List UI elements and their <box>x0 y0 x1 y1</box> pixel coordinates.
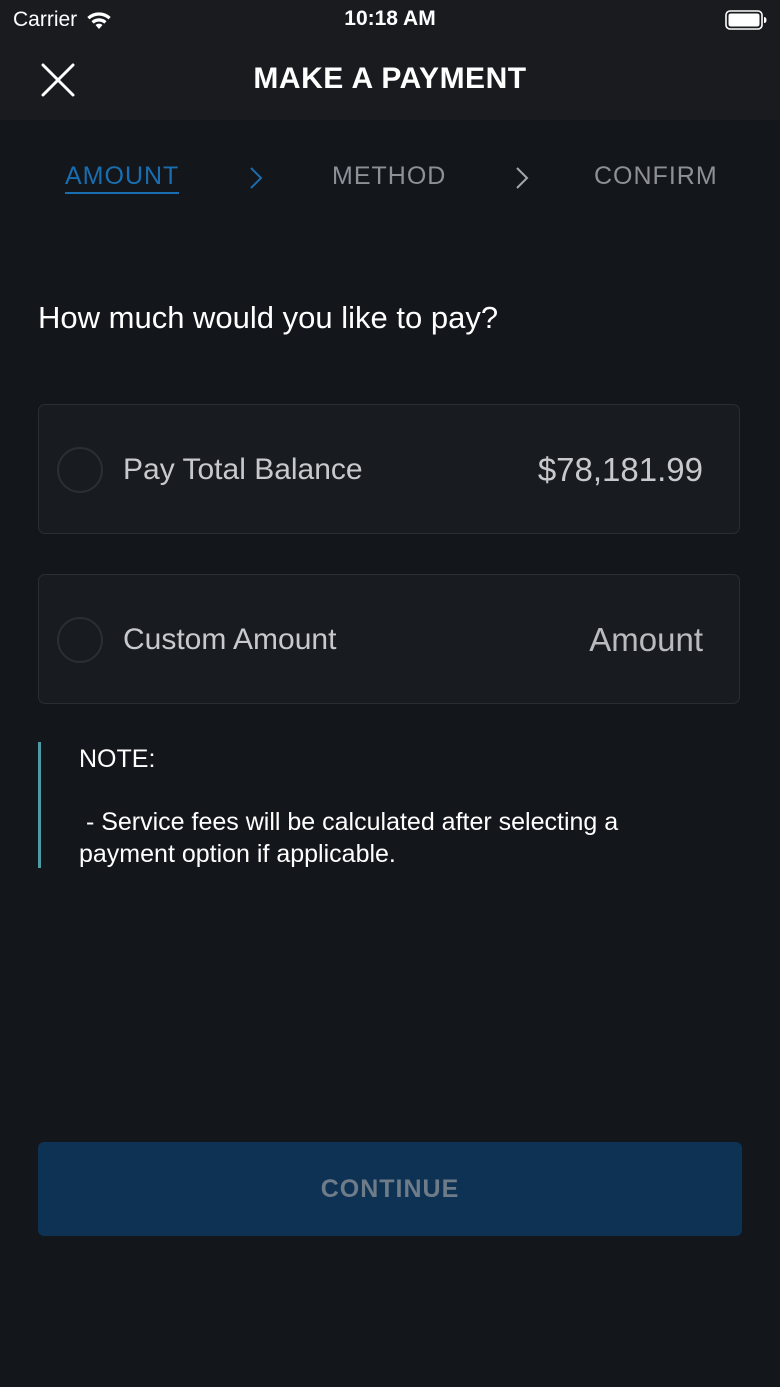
custom-amount-label: Custom Amount <box>123 623 337 656</box>
custom-amount-option[interactable]: Custom Amount <box>38 574 740 704</box>
note-body: - Service fees will be calculated after … <box>79 808 626 868</box>
pay-total-balance-option[interactable]: Pay Total Balance $78,181.99 <box>38 404 740 534</box>
status-bar: Carrier 10:18 AM <box>0 0 780 40</box>
battery-icon <box>725 10 767 30</box>
payment-question: How much would you like to pay? <box>38 300 499 335</box>
custom-amount-radio[interactable] <box>57 617 103 663</box>
page-title: MAKE A PAYMENT <box>253 62 527 95</box>
status-time: 10:18 AM <box>344 7 436 30</box>
total-balance-label: Pay Total Balance <box>123 453 363 486</box>
nav-bar: MAKE A PAYMENT <box>0 40 780 120</box>
chevron-right-icon <box>516 167 529 189</box>
continue-button[interactable]: CONTINUE <box>38 1142 742 1236</box>
note-block: NOTE: - Service fees will be calculated … <box>38 742 740 868</box>
payment-screen: Carrier 10:18 AM MAKE A PAYMENT AMOUNT M… <box>0 0 780 1387</box>
total-balance-amount: $78,181.99 <box>537 451 703 488</box>
note-title: NOTE: <box>79 745 156 773</box>
step-tabs: AMOUNT METHOD CONFIRM <box>0 150 780 210</box>
chevron-right-icon <box>250 167 263 189</box>
total-balance-radio[interactable] <box>57 447 103 493</box>
custom-amount-input[interactable] <box>443 615 703 665</box>
tab-amount[interactable]: AMOUNT <box>65 162 180 194</box>
tab-method[interactable]: METHOD <box>332 162 446 191</box>
tab-confirm[interactable]: CONFIRM <box>594 162 718 191</box>
